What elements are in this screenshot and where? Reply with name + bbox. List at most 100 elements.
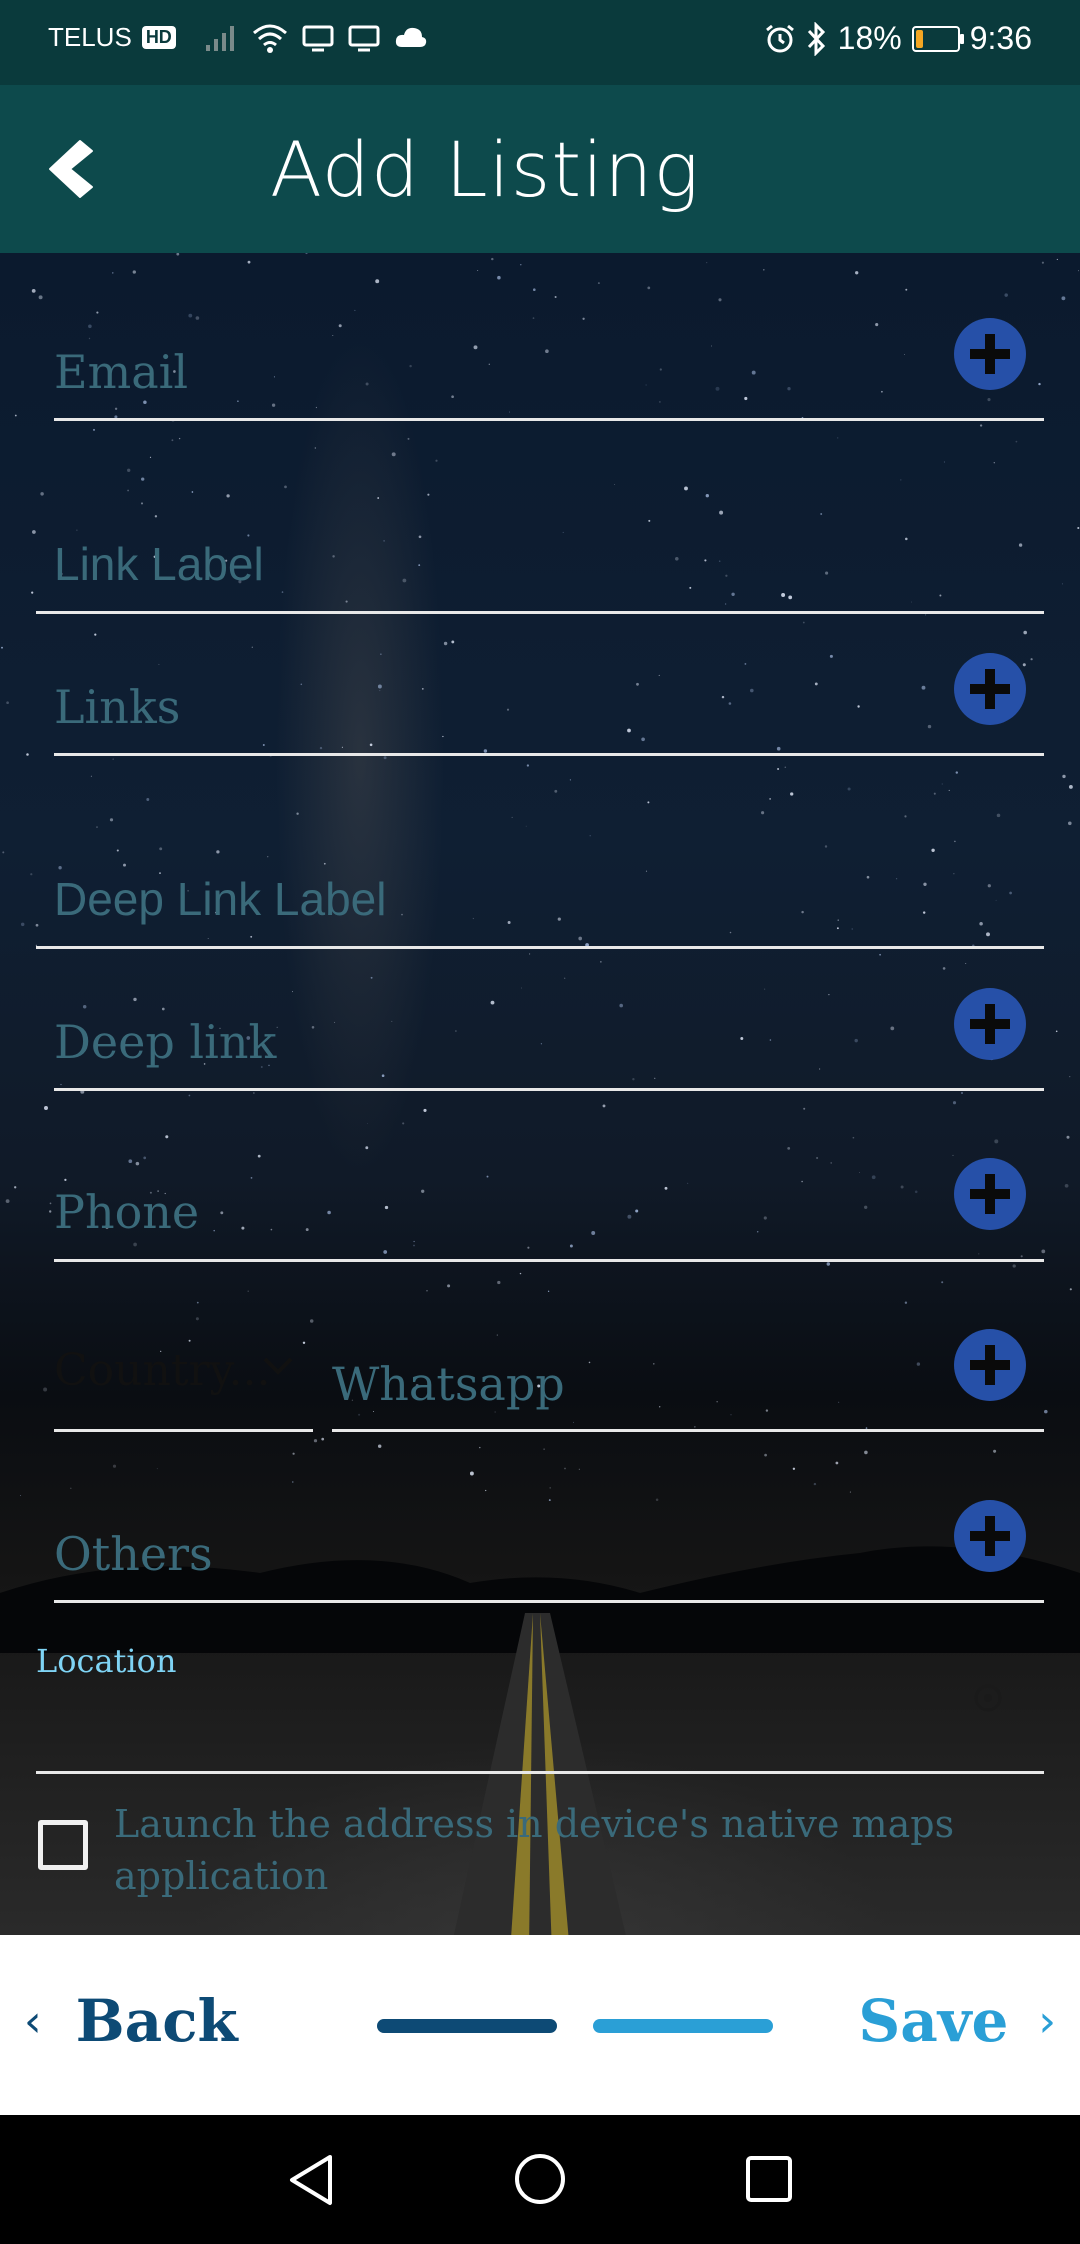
star: [267, 856, 269, 858]
add-others-button[interactable]: [954, 1500, 1026, 1572]
star: [914, 1190, 918, 1194]
star: [93, 428, 95, 431]
star: [820, 513, 823, 515]
form-area[interactable]: [0, 253, 1080, 1935]
star: [373, 1411, 374, 1412]
save-label: Save: [858, 1987, 1009, 2055]
star: [704, 559, 707, 562]
star: [836, 927, 839, 930]
location-input[interactable]: [36, 1700, 996, 1770]
star: [905, 537, 908, 541]
status-bar: TELUS HD 18% 9:36: [0, 0, 1080, 85]
star: [921, 685, 926, 690]
email-underline: [54, 418, 1044, 421]
others-field[interactable]: Others: [54, 1527, 213, 1581]
star: [664, 1186, 668, 1190]
link-label-field[interactable]: Link Label: [54, 537, 264, 591]
star: [545, 349, 549, 354]
star: [995, 899, 997, 901]
star: [788, 595, 793, 600]
star: [721, 695, 725, 699]
back-button[interactable]: ‹ Back: [24, 1987, 238, 2055]
star: [573, 1421, 574, 1423]
star: [257, 1154, 261, 1158]
star: [526, 764, 530, 767]
star: [718, 298, 722, 302]
star: [314, 447, 316, 449]
star: [96, 826, 98, 828]
email-field[interactable]: Email: [54, 345, 188, 399]
star: [384, 1205, 389, 1210]
star: [88, 324, 92, 329]
star: [1023, 630, 1028, 635]
star: [497, 1280, 501, 1285]
launch-maps-checkbox[interactable]: [38, 1820, 88, 1870]
star: [321, 1437, 325, 1441]
star: [525, 825, 527, 827]
star: [334, 1021, 336, 1023]
star: [14, 414, 17, 417]
star: [149, 456, 152, 458]
star: [127, 468, 131, 472]
whatsapp-field[interactable]: Whatsapp: [332, 1357, 565, 1411]
star: [705, 494, 709, 498]
add-email-button[interactable]: [954, 318, 1026, 390]
star: [435, 459, 438, 462]
star: [756, 1231, 759, 1233]
star: [1004, 293, 1008, 297]
star: [582, 317, 585, 320]
star: [632, 1078, 635, 1081]
star: [496, 1334, 498, 1336]
star: [654, 1077, 656, 1079]
star: [763, 269, 765, 271]
add-phone-button[interactable]: [954, 1158, 1026, 1230]
star: [828, 993, 830, 996]
step-indicator-2: [593, 2019, 773, 2033]
star: [569, 1244, 573, 1248]
star: [653, 1363, 655, 1365]
add-link-button[interactable]: [954, 653, 1026, 725]
phone-field[interactable]: Phone: [54, 1185, 199, 1239]
star: [1015, 440, 1018, 443]
star: [377, 497, 380, 499]
add-deep-link-button[interactable]: [954, 988, 1026, 1060]
star: [619, 1003, 623, 1008]
save-button[interactable]: Save ›: [858, 1987, 1056, 2055]
nav-recents-icon[interactable]: [745, 2155, 793, 2203]
star: [694, 1426, 696, 1428]
links-field[interactable]: Links: [54, 680, 180, 734]
star: [658, 674, 660, 676]
back-label: Back: [75, 1987, 238, 2055]
star: [602, 1104, 606, 1108]
star: [241, 1226, 245, 1230]
star: [477, 269, 479, 271]
star: [814, 682, 818, 686]
chevron-right-icon: ›: [1038, 1995, 1056, 2047]
star: [94, 633, 97, 636]
star: [88, 337, 91, 340]
star: [765, 1409, 769, 1412]
locate-icon[interactable]: [970, 1680, 1006, 1716]
star: [769, 1039, 772, 1041]
add-whatsapp-button[interactable]: [954, 1329, 1026, 1401]
star: [829, 654, 833, 658]
country-underline: [54, 1429, 313, 1432]
star: [993, 462, 995, 464]
star: [365, 382, 369, 386]
signal-icon: [205, 25, 234, 51]
nav-back-icon[interactable]: [286, 2153, 336, 2207]
star: [188, 1339, 191, 1342]
system-nav-bar: [0, 2115, 1080, 2244]
nav-home-icon[interactable]: [513, 2152, 567, 2206]
star: [905, 288, 908, 291]
deep-link-label-field[interactable]: Deep Link Label: [54, 872, 386, 926]
deep-link-field[interactable]: Deep link: [54, 1015, 276, 1069]
status-left: TELUS HD: [48, 22, 428, 53]
chevron-down-icon[interactable]: [262, 1355, 294, 1377]
star: [178, 437, 181, 440]
star: [220, 1211, 224, 1215]
star: [32, 530, 36, 534]
star: [952, 1101, 957, 1105]
star: [247, 1290, 249, 1292]
launch-maps-label: Launch the address in device's native ma…: [114, 1802, 955, 1898]
